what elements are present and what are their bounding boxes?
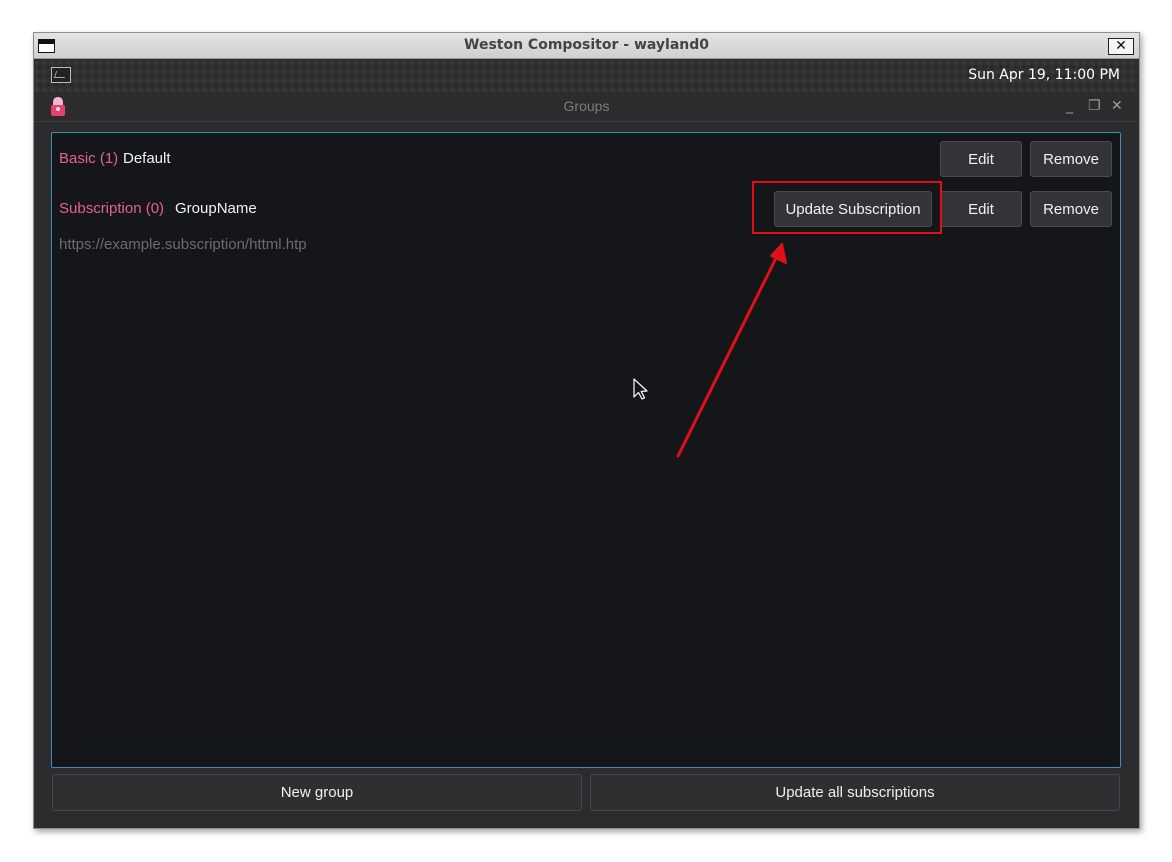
annotation-overlay	[633, 243, 787, 458]
mouse-cursor-icon	[633, 378, 648, 400]
annotation-arrow	[676, 243, 787, 458]
